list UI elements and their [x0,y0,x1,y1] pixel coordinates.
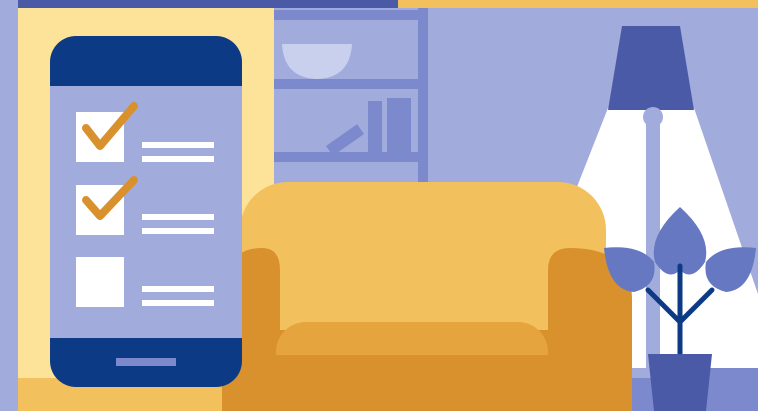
living-room-illustration [0,0,758,411]
sofa-seat-front [276,355,548,411]
shelf-board-3 [274,152,428,162]
checkbox [76,112,124,162]
shelf-board-1 [274,10,428,20]
shelf-board-2 [274,79,428,89]
checklist-line [142,286,214,292]
bookshelf [274,8,428,198]
plant-pot [648,354,712,411]
phone-home-bar [116,358,176,366]
checklist-line [142,300,214,306]
top-strip-right [398,0,758,8]
checklist-line [142,228,214,234]
lamp-shade [608,26,694,110]
checkbox [76,257,124,307]
checklist-line [142,156,214,162]
lamp-pole-joint [643,107,663,127]
smartphone-icon [50,36,242,387]
checklist-line [142,214,214,220]
sofa-icon [222,182,632,411]
checklist-line [142,142,214,148]
top-strip-left [18,0,398,8]
illustration-scene [0,0,758,411]
bookshelf-side-right [418,8,428,198]
